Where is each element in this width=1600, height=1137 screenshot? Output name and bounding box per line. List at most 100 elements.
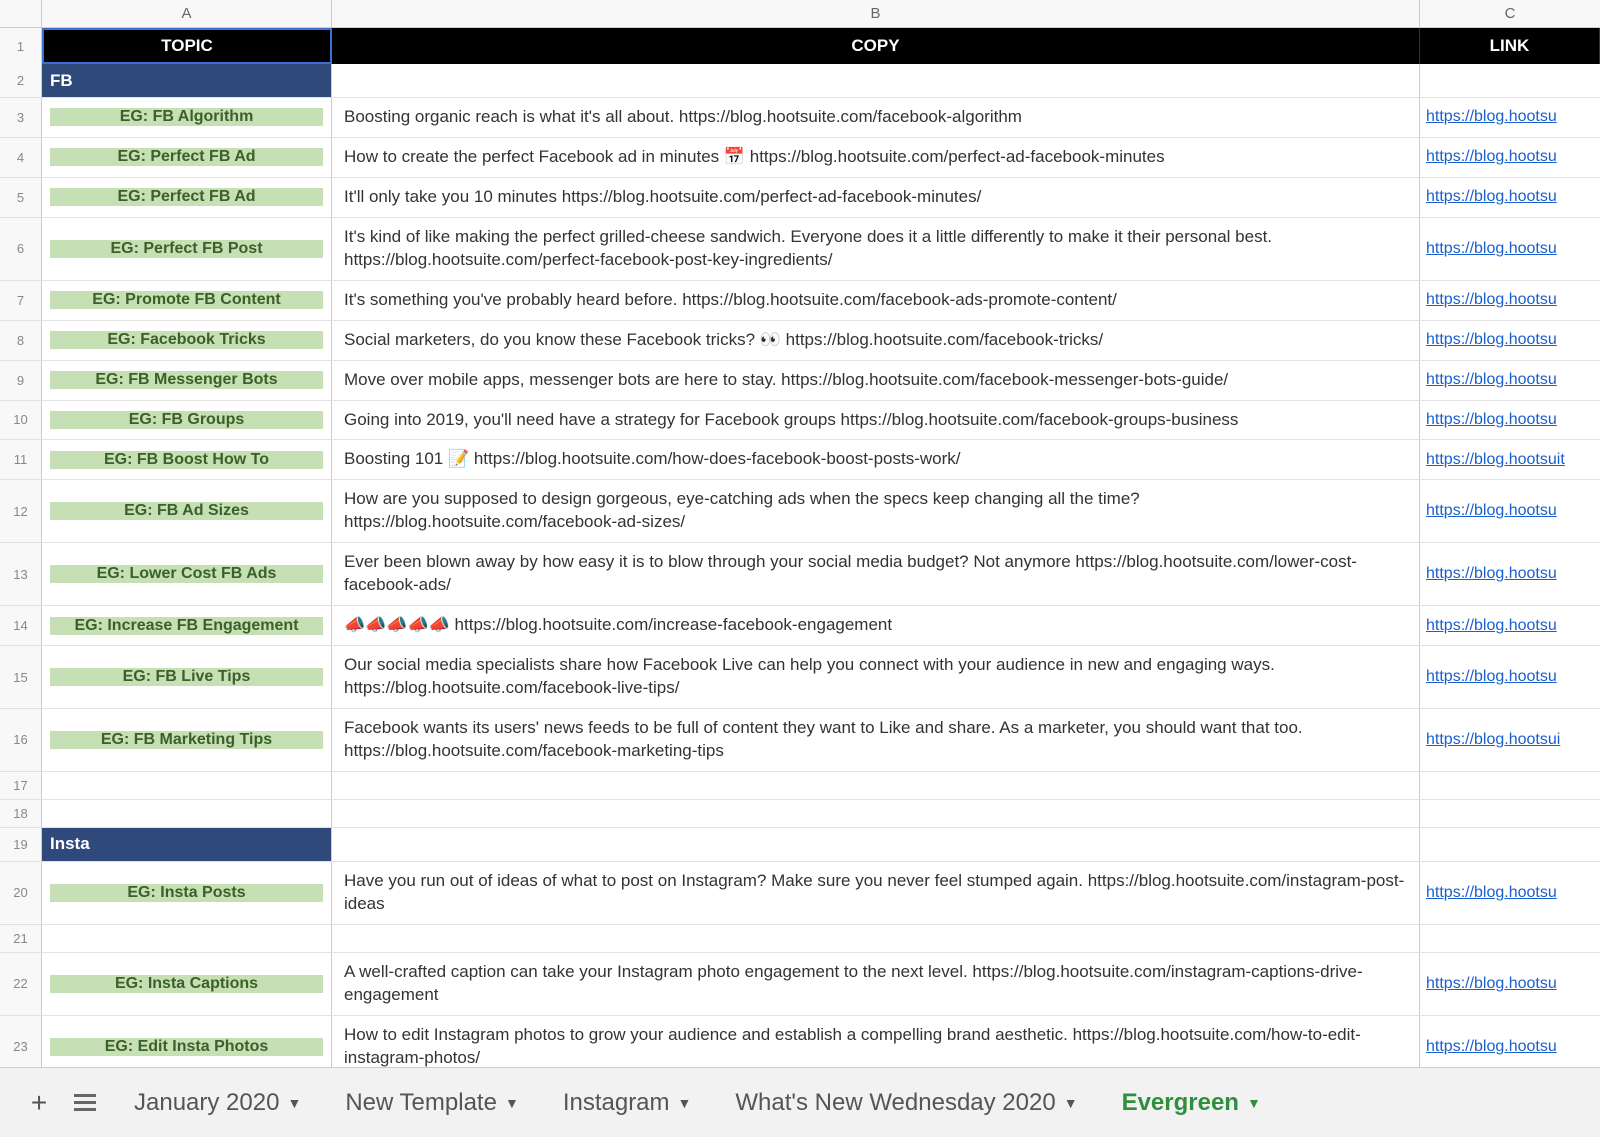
topic-cell[interactable]: EG: FB Live Tips xyxy=(42,646,332,708)
cell[interactable] xyxy=(332,925,1420,952)
row-number[interactable]: 5 xyxy=(0,178,42,217)
add-sheet-button[interactable]: + xyxy=(20,1084,58,1122)
header-copy[interactable]: COPY xyxy=(332,28,1420,64)
link-cell[interactable]: https://blog.hootsu xyxy=(1420,218,1600,280)
link-cell[interactable]: https://blog.hootsu xyxy=(1420,480,1600,542)
row-number[interactable]: 17 xyxy=(0,772,42,799)
row-number[interactable]: 8 xyxy=(0,321,42,360)
topic-cell[interactable]: EG: FB Boost How To xyxy=(42,440,332,479)
link-cell[interactable]: https://blog.hootsu xyxy=(1420,862,1600,924)
topic-cell[interactable]: EG: Lower Cost FB Ads xyxy=(42,543,332,605)
row-number[interactable]: 16 xyxy=(0,709,42,771)
copy-cell[interactable]: A well-crafted caption can take your Ins… xyxy=(332,953,1420,1015)
cell[interactable] xyxy=(42,925,332,952)
copy-cell[interactable]: It'll only take you 10 minutes https://b… xyxy=(332,178,1420,217)
row-number[interactable]: 10 xyxy=(0,401,42,440)
header-link[interactable]: LINK xyxy=(1420,28,1600,64)
copy-cell[interactable]: Have you run out of ideas of what to pos… xyxy=(332,862,1420,924)
cell[interactable] xyxy=(42,800,332,827)
row-number[interactable]: 1 xyxy=(0,28,42,64)
copy-cell[interactable]: Going into 2019, you'll need have a stra… xyxy=(332,401,1420,440)
sheet-tab[interactable]: Instagram ▼ xyxy=(541,1075,714,1131)
section-label[interactable]: Insta xyxy=(42,828,332,861)
row-number[interactable]: 18 xyxy=(0,800,42,827)
cell[interactable] xyxy=(42,772,332,799)
link-cell[interactable]: https://blog.hootsu xyxy=(1420,138,1600,177)
link-cell[interactable]: https://blog.hootsu xyxy=(1420,401,1600,440)
row-number[interactable]: 21 xyxy=(0,925,42,952)
link-cell[interactable]: https://blog.hootsu xyxy=(1420,321,1600,360)
row-number[interactable]: 22 xyxy=(0,953,42,1015)
all-sheets-button[interactable] xyxy=(66,1084,104,1122)
topic-cell[interactable]: EG: Perfect FB Ad xyxy=(42,178,332,217)
row-number[interactable]: 4 xyxy=(0,138,42,177)
topic-cell[interactable]: EG: FB Marketing Tips xyxy=(42,709,332,771)
row-number[interactable]: 19 xyxy=(0,828,42,861)
link-cell[interactable]: https://blog.hootsu xyxy=(1420,543,1600,605)
row-number[interactable]: 11 xyxy=(0,440,42,479)
cell[interactable] xyxy=(1420,828,1600,861)
link-cell[interactable]: https://blog.hootsu xyxy=(1420,361,1600,400)
link-cell[interactable]: https://blog.hootsu xyxy=(1420,1016,1600,1067)
copy-cell[interactable]: It's kind of like making the perfect gri… xyxy=(332,218,1420,280)
topic-cell[interactable]: EG: FB Groups xyxy=(42,401,332,440)
row-number[interactable]: 23 xyxy=(0,1016,42,1067)
topic-cell[interactable]: EG: FB Algorithm xyxy=(42,98,332,137)
topic-cell[interactable]: EG: Perfect FB Post xyxy=(42,218,332,280)
link-cell[interactable]: https://blog.hootsu xyxy=(1420,646,1600,708)
row-number[interactable]: 6 xyxy=(0,218,42,280)
topic-cell[interactable]: EG: FB Ad Sizes xyxy=(42,480,332,542)
copy-cell[interactable]: Ever been blown away by how easy it is t… xyxy=(332,543,1420,605)
cell[interactable] xyxy=(332,828,1420,861)
copy-cell[interactable]: How to edit Instagram photos to grow you… xyxy=(332,1016,1420,1067)
column-letter-c[interactable]: C xyxy=(1420,0,1600,27)
link-cell[interactable]: https://blog.hootsuit xyxy=(1420,440,1600,479)
cell[interactable] xyxy=(332,772,1420,799)
sheet-tab[interactable]: What's New Wednesday 2020 ▼ xyxy=(713,1075,1099,1131)
row-number[interactable]: 2 xyxy=(0,64,42,97)
copy-cell[interactable]: It's something you've probably heard bef… xyxy=(332,281,1420,320)
section-label[interactable]: FB xyxy=(42,64,332,97)
copy-cell[interactable]: Boosting organic reach is what it's all … xyxy=(332,98,1420,137)
row-number[interactable]: 14 xyxy=(0,606,42,645)
copy-cell[interactable]: Move over mobile apps, messenger bots ar… xyxy=(332,361,1420,400)
cell[interactable] xyxy=(1420,925,1600,952)
link-cell[interactable]: https://blog.hootsu xyxy=(1420,98,1600,137)
cell[interactable] xyxy=(332,800,1420,827)
corner-cell[interactable] xyxy=(0,0,42,27)
copy-cell[interactable]: How are you supposed to design gorgeous,… xyxy=(332,480,1420,542)
row-number[interactable]: 15 xyxy=(0,646,42,708)
header-topic[interactable]: TOPIC xyxy=(42,28,332,64)
row-number[interactable]: 7 xyxy=(0,281,42,320)
row-number[interactable]: 20 xyxy=(0,862,42,924)
copy-cell[interactable]: 📣📣📣📣📣 https://blog.hootsuite.com/increas… xyxy=(332,606,1420,645)
copy-cell[interactable]: Our social media specialists share how F… xyxy=(332,646,1420,708)
sheet-grid[interactable]: A B C 1TOPICCOPYLINK 2FB3EG: FB Algorithm… xyxy=(0,0,1600,1067)
column-letter-a[interactable]: A xyxy=(42,0,332,27)
link-cell[interactable]: https://blog.hootsu xyxy=(1420,178,1600,217)
copy-cell[interactable]: Boosting 101 📝 https://blog.hootsuite.co… xyxy=(332,440,1420,479)
topic-cell[interactable]: EG: Edit Insta Photos xyxy=(42,1016,332,1067)
sheet-tab[interactable]: Evergreen ▼ xyxy=(1100,1075,1283,1131)
topic-cell[interactable]: EG: Perfect FB Ad xyxy=(42,138,332,177)
link-cell[interactable]: https://blog.hootsui xyxy=(1420,709,1600,771)
column-letter-b[interactable]: B xyxy=(332,0,1420,27)
cell[interactable] xyxy=(1420,800,1600,827)
topic-cell[interactable]: EG: Insta Posts xyxy=(42,862,332,924)
row-number[interactable]: 12 xyxy=(0,480,42,542)
link-cell[interactable]: https://blog.hootsu xyxy=(1420,606,1600,645)
copy-cell[interactable]: Social marketers, do you know these Face… xyxy=(332,321,1420,360)
cell[interactable] xyxy=(1420,772,1600,799)
link-cell[interactable]: https://blog.hootsu xyxy=(1420,953,1600,1015)
topic-cell[interactable]: EG: FB Messenger Bots xyxy=(42,361,332,400)
cell[interactable] xyxy=(332,64,1420,97)
row-number[interactable]: 9 xyxy=(0,361,42,400)
cell[interactable] xyxy=(1420,64,1600,97)
topic-cell[interactable]: EG: Promote FB Content xyxy=(42,281,332,320)
row-number[interactable]: 13 xyxy=(0,543,42,605)
sheet-tab[interactable]: January 2020 ▼ xyxy=(112,1075,323,1131)
sheet-tab[interactable]: New Template ▼ xyxy=(323,1075,541,1131)
topic-cell[interactable]: EG: Increase FB Engagement xyxy=(42,606,332,645)
row-number[interactable]: 3 xyxy=(0,98,42,137)
topic-cell[interactable]: EG: Insta Captions xyxy=(42,953,332,1015)
